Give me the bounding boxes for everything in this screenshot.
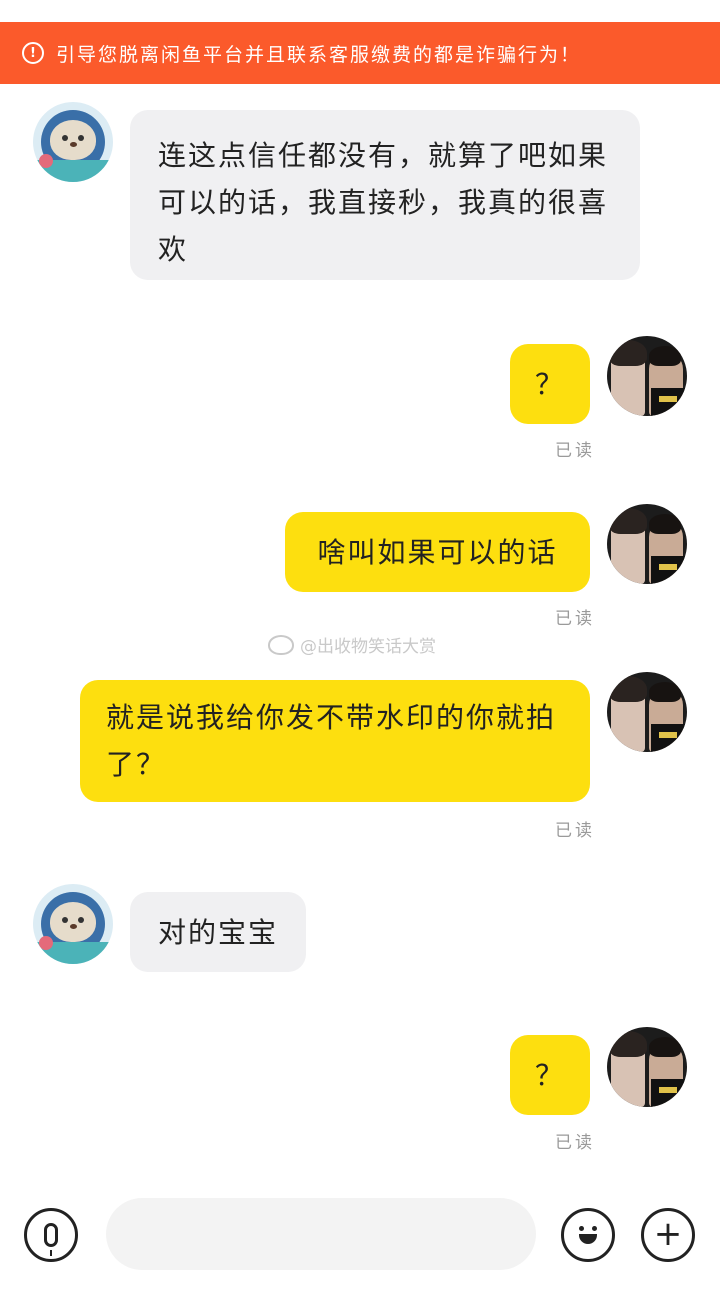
chat-message-list[interactable]: 连这点信任都没有，就算了吧如果可以的话，我直接秒，我真的很喜欢 ？ 已读 啥叫如…	[0, 84, 720, 1174]
microphone-icon	[44, 1223, 58, 1256]
emoji-button[interactable]	[561, 1208, 615, 1262]
weibo-icon	[268, 634, 294, 655]
voice-input-button[interactable]	[24, 1208, 78, 1262]
scam-warning-banner: ! 引导您脱离闲鱼平台并且联系客服缴费的都是诈骗行为！	[0, 22, 720, 84]
message-input-bar: +	[0, 1174, 720, 1294]
read-receipt: 已读	[555, 821, 595, 841]
outgoing-message-bubble[interactable]: ？	[510, 1035, 590, 1115]
my-avatar[interactable]	[607, 672, 687, 752]
outgoing-message-bubble[interactable]: 就是说我给你发不带水印的你就拍了？	[80, 680, 590, 802]
incoming-message-bubble[interactable]: 对的宝宝	[130, 892, 306, 972]
incoming-message-bubble[interactable]: 连这点信任都没有，就算了吧如果可以的话，我直接秒，我真的很喜欢	[130, 110, 640, 280]
smiley-icon	[573, 1220, 603, 1250]
outgoing-message-bubble[interactable]: 啥叫如果可以的话	[285, 512, 590, 592]
warning-text: 引导您脱离闲鱼平台并且联系客服缴费的都是诈骗行为！	[56, 43, 582, 66]
contact-avatar[interactable]	[33, 102, 113, 182]
my-avatar[interactable]	[607, 336, 687, 416]
read-receipt: 已读	[555, 609, 595, 629]
top-status-area	[0, 0, 720, 22]
read-receipt: 已读	[555, 1133, 595, 1153]
plus-icon: +	[653, 1214, 683, 1254]
more-options-button[interactable]: +	[641, 1208, 695, 1262]
alert-circle-icon: !	[22, 42, 44, 64]
outgoing-message-bubble[interactable]: ？	[510, 344, 590, 424]
read-receipt: 已读	[555, 441, 595, 461]
message-input[interactable]	[106, 1198, 536, 1270]
my-avatar[interactable]	[607, 1027, 687, 1107]
watermark-text: @出收物笑话大赏	[300, 637, 436, 657]
weibo-watermark: @出收物笑话大赏	[268, 632, 436, 657]
my-avatar[interactable]	[607, 504, 687, 584]
contact-avatar[interactable]	[33, 884, 113, 964]
